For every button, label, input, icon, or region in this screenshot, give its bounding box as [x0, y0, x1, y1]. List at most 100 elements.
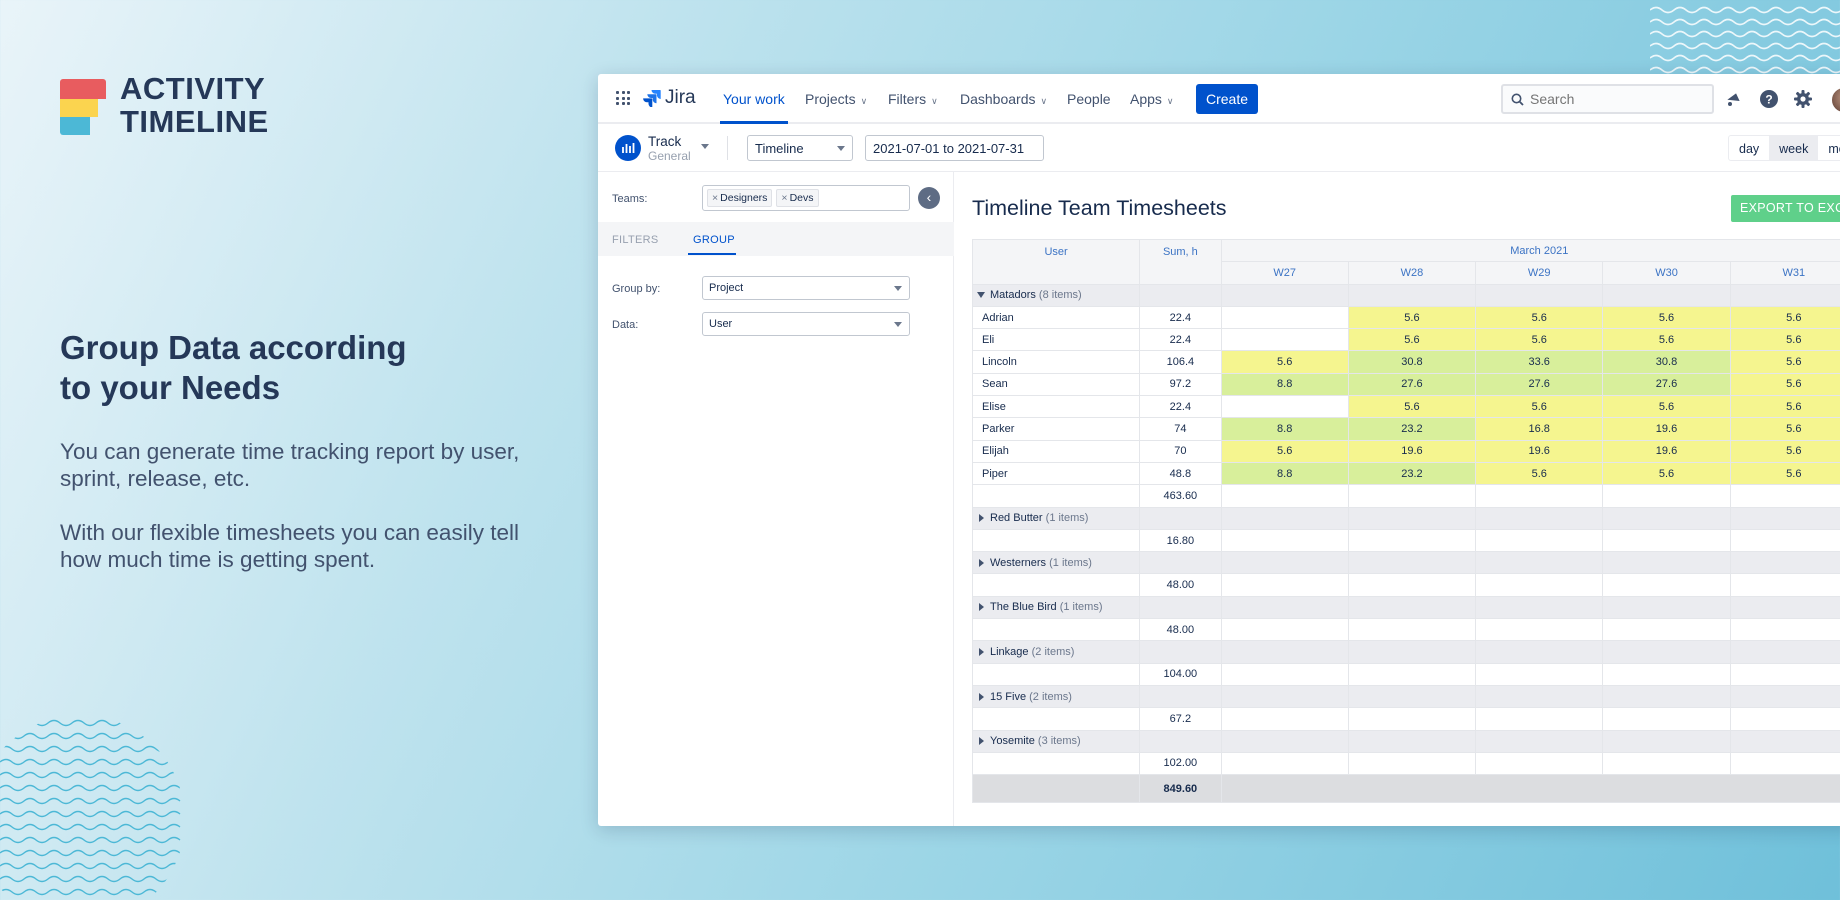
team-tag[interactable]: × Devs	[776, 189, 819, 207]
expanded-caret-icon[interactable]	[977, 292, 985, 299]
subtotal-week-cell	[1347, 528, 1477, 553]
notifications-bell-icon[interactable]	[1724, 89, 1744, 109]
help-icon[interactable]: ?	[1759, 89, 1779, 109]
group-week-cell	[1729, 506, 1840, 530]
project-dropdown-caret-icon[interactable]	[701, 144, 709, 149]
week-hours-cell: 5.6	[1602, 461, 1731, 486]
toolbar-divider	[727, 136, 728, 160]
nav-dashboards[interactable]: Dashboards ∨	[960, 91, 1047, 107]
tab-filters[interactable]: FILTERS	[612, 234, 659, 246]
group-week-cell	[1729, 684, 1840, 709]
subtotal-week-cell	[1347, 573, 1477, 597]
subtotal-week-cell	[1220, 707, 1349, 731]
group-name: Matadors	[990, 289, 1036, 302]
user-avatar[interactable]	[1830, 86, 1840, 114]
scale-month-button[interactable]: mon	[1818, 136, 1840, 160]
nav-your-work-label: Your work	[723, 91, 785, 107]
wave-decoration-bottom	[0, 719, 181, 896]
collapsed-caret-icon[interactable]	[979, 737, 984, 746]
headline-line-2: to your Needs	[60, 369, 281, 406]
week-hours-cell: 5.6	[1475, 328, 1604, 352]
subtotal-week-cell	[1475, 528, 1604, 553]
group-name-cell[interactable]: The Blue Bird (1 items)	[971, 595, 1141, 620]
week-hours-cell: 5.6	[1347, 328, 1477, 352]
subtotal-week-cell	[1220, 484, 1349, 508]
team-tag[interactable]: × Designers	[707, 189, 773, 207]
table-row: Parker 74 8.8 23.2 16.8 19.6 5.6	[971, 417, 1840, 441]
user-sum-cell: 106.4	[1139, 350, 1222, 374]
subtotal-week-cell	[1347, 484, 1477, 508]
remove-tag-icon[interactable]: ×	[781, 192, 787, 204]
group-row[interactable]: Matadors (8 items)	[971, 283, 1840, 307]
settings-gear-icon[interactable]	[1793, 89, 1813, 109]
group-row[interactable]: 15 Five (2 items)	[971, 684, 1840, 709]
project-title[interactable]: Track	[648, 134, 681, 149]
brand-name: ACTIVITY TIMELINE	[120, 72, 269, 138]
user-name-cell: Elijah	[971, 439, 1141, 463]
app-switcher-icon[interactable]	[616, 91, 630, 105]
subtotal-week-cell	[1602, 662, 1731, 686]
data-value: User	[709, 318, 733, 330]
group-row[interactable]: Red Butter (1 items)	[971, 506, 1840, 530]
subtotal-row: 102.00	[971, 751, 1840, 776]
group-row[interactable]: Westerners (1 items)	[971, 551, 1840, 575]
nav-your-work[interactable]: Your work	[723, 91, 785, 107]
nav-projects[interactable]: Projects ∨	[805, 91, 867, 107]
collapsed-caret-icon[interactable]	[979, 648, 984, 657]
group-row[interactable]: The Blue Bird (1 items)	[971, 595, 1840, 620]
subtotal-label-cell	[971, 484, 1141, 508]
tab-active-indicator	[688, 253, 736, 255]
nav-apps[interactable]: Apps ∨	[1130, 91, 1174, 107]
group-by-select[interactable]: Project	[702, 276, 910, 300]
group-week-cell	[1475, 595, 1604, 620]
group-by-value: Project	[709, 282, 744, 294]
group-name-cell[interactable]: Matadors (8 items)	[971, 283, 1141, 307]
subtotal-label-cell	[971, 662, 1141, 686]
user-name-cell: Elise	[971, 395, 1141, 419]
subtotal-week-cell	[1475, 573, 1604, 597]
collapsed-caret-icon[interactable]	[979, 692, 984, 701]
export-to-excel-button[interactable]: EXPORT TO EXC	[1731, 195, 1840, 222]
search-input[interactable]	[1530, 91, 1690, 107]
subtotal-label-cell	[971, 751, 1141, 776]
collapsed-caret-icon[interactable]	[979, 558, 984, 567]
column-header-user[interactable]: User	[971, 239, 1141, 285]
group-week-cell	[1220, 640, 1349, 664]
group-name-cell[interactable]: 15 Five (2 items)	[971, 684, 1141, 709]
date-range-field[interactable]: 2021-07-01 to 2021-07-31	[865, 135, 1044, 161]
search-field[interactable]	[1501, 84, 1714, 114]
week-hours-cell	[1220, 328, 1349, 352]
view-select[interactable]: Timeline	[747, 135, 853, 161]
user-sum-cell: 48.8	[1139, 461, 1222, 486]
jira-logo[interactable]: Jira	[643, 87, 696, 109]
nav-filters[interactable]: Filters ∨	[888, 91, 938, 107]
collapsed-caret-icon[interactable]	[979, 603, 984, 612]
data-select[interactable]: User	[702, 312, 910, 336]
week-hours-cell: 5.6	[1729, 372, 1840, 397]
scale-week-button[interactable]: week	[1769, 136, 1819, 160]
group-name-cell[interactable]: Yosemite (3 items)	[971, 729, 1141, 753]
column-header-sum[interactable]: Sum, h	[1139, 239, 1222, 285]
remove-tag-icon[interactable]: ×	[712, 192, 718, 204]
collapse-panel-button[interactable]: ‹	[918, 187, 940, 209]
scale-day-button[interactable]: day	[1729, 136, 1769, 160]
group-name-cell[interactable]: Red Butter (1 items)	[971, 506, 1141, 530]
group-sum-cell	[1139, 283, 1222, 307]
week-hours-cell: 8.8	[1220, 417, 1349, 441]
week-hours-cell: 23.2	[1347, 461, 1477, 486]
subtotal-row: 48.00	[971, 573, 1840, 597]
group-name-cell[interactable]: Westerners (1 items)	[971, 551, 1141, 575]
group-name-cell[interactable]: Linkage (2 items)	[971, 640, 1141, 664]
nav-people[interactable]: People	[1067, 91, 1111, 107]
brand: ACTIVITY TIMELINE	[60, 72, 269, 138]
group-week-cell	[1475, 684, 1604, 709]
create-button[interactable]: Create	[1196, 84, 1258, 114]
tab-group[interactable]: GROUP	[693, 234, 735, 246]
group-row[interactable]: Linkage (2 items)	[971, 640, 1840, 664]
group-week-cell	[1220, 283, 1349, 307]
teams-multiselect[interactable]: × Designers × Devs	[702, 185, 910, 211]
group-row[interactable]: Yosemite (3 items)	[971, 729, 1840, 753]
week-hours-cell: 19.6	[1602, 439, 1731, 463]
user-name-cell: Adrian	[971, 305, 1141, 330]
collapsed-caret-icon[interactable]	[979, 514, 984, 523]
